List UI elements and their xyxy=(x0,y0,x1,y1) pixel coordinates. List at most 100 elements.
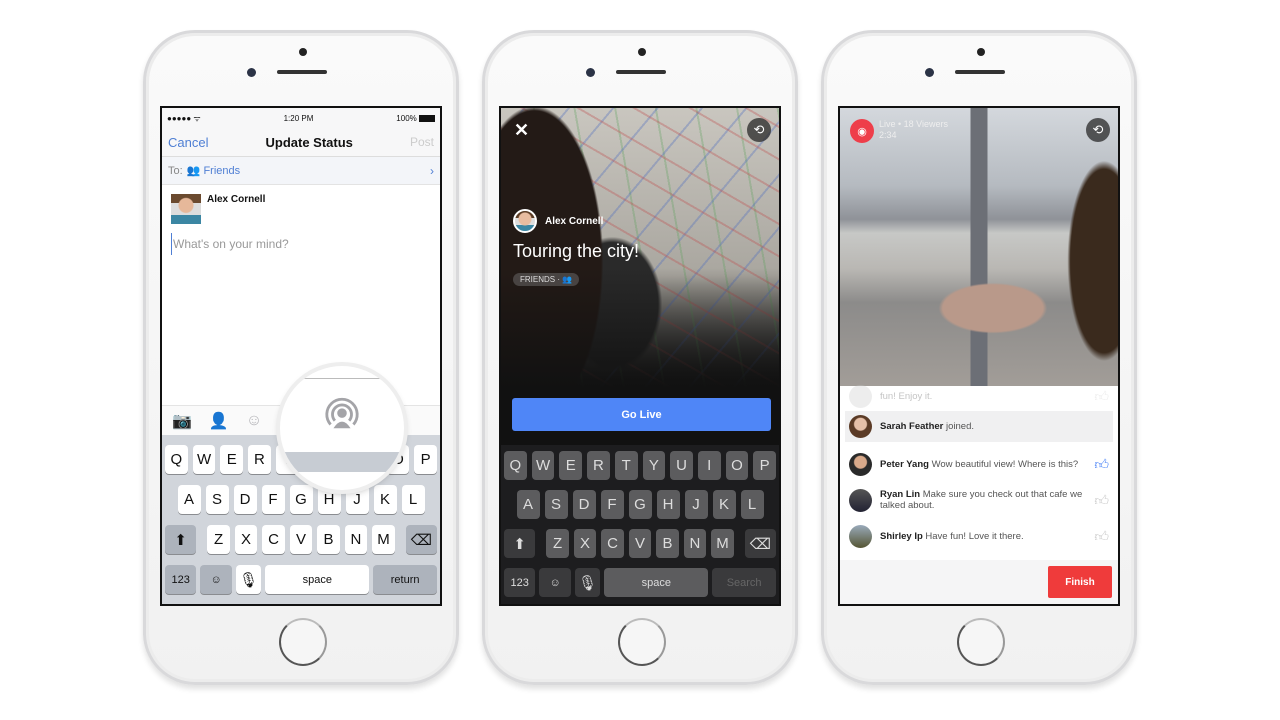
close-icon[interactable]: ✕ xyxy=(514,120,529,141)
screen: ●●●●● ᯤ 1:20 PM 100% Cancel Update Statu… xyxy=(160,106,442,606)
battery-indicator: 100% xyxy=(396,114,435,123)
key-b[interactable]: B xyxy=(656,529,679,558)
emoji-key[interactable]: ☺ xyxy=(200,565,232,594)
key-x[interactable]: X xyxy=(573,529,597,558)
key-r[interactable]: R xyxy=(587,451,610,480)
author-name: Alex Cornell xyxy=(545,215,604,227)
camera-icon[interactable]: 📷 xyxy=(172,411,192,431)
key-f[interactable]: F xyxy=(261,485,285,514)
audience-selector[interactable]: To: 👥 Friends › xyxy=(162,157,440,185)
space-key[interactable]: space xyxy=(265,565,370,594)
key-n[interactable]: N xyxy=(344,525,368,554)
chevron-right-icon: › xyxy=(430,163,434,178)
key-a[interactable]: A xyxy=(516,490,540,519)
key-b[interactable]: B xyxy=(317,525,340,554)
microphone-key[interactable]: 🎙 xyxy=(574,568,601,597)
space-key[interactable]: space xyxy=(604,568,709,597)
key-d[interactable]: D xyxy=(572,490,596,519)
backspace-key[interactable]: ⌫ xyxy=(405,525,437,554)
signal-indicator: ●●●●● ᯤ xyxy=(167,113,201,123)
key-r[interactable]: R xyxy=(248,445,271,474)
avatar xyxy=(849,488,872,512)
key-c[interactable]: C xyxy=(262,525,285,554)
key-m[interactable]: M xyxy=(711,529,734,558)
key-u[interactable]: U xyxy=(670,451,693,480)
key-g[interactable]: G xyxy=(289,485,313,514)
comment-row: fun! Enjoy it. 👍︎ xyxy=(840,385,1118,408)
broadcast-description[interactable]: Touring the city! xyxy=(513,241,639,262)
privacy-selector[interactable]: FRIENDS · 👥 xyxy=(513,273,580,286)
keyboard: QWERTYUIOP ASDFGHJKL ⬆ ZXCVBNM ⌫ 123 ☺ 🎙 s… xyxy=(501,445,779,604)
key-w[interactable]: W xyxy=(192,445,216,474)
key-k[interactable]: K xyxy=(712,490,736,519)
key-f[interactable]: F xyxy=(600,490,624,519)
emoji-key[interactable]: ☺ xyxy=(539,568,571,597)
key-t[interactable]: T xyxy=(614,451,638,480)
key-o[interactable]: O xyxy=(725,451,749,480)
home-button[interactable] xyxy=(957,618,1005,666)
key-c[interactable]: C xyxy=(601,529,624,558)
comment-row: Shirley Ip Have fun! Love it there. 👍︎ xyxy=(840,518,1118,554)
like-icon[interactable]: 👍︎ xyxy=(1094,492,1109,509)
key-k[interactable]: K xyxy=(373,485,397,514)
key-l[interactable]: L xyxy=(740,490,764,519)
like-icon[interactable]: 👍︎ xyxy=(1094,388,1109,405)
emoji-icon[interactable]: ☺ xyxy=(246,412,262,430)
key-j[interactable]: J xyxy=(684,490,708,519)
key-d[interactable]: D xyxy=(233,485,257,514)
key-i[interactable]: I xyxy=(697,451,721,480)
flip-camera-icon[interactable]: ⟲ xyxy=(747,118,771,142)
key-w[interactable]: W xyxy=(531,451,555,480)
home-button[interactable] xyxy=(279,618,327,666)
key-s[interactable]: S xyxy=(544,490,568,519)
key-p[interactable]: P xyxy=(753,451,777,480)
status-input[interactable]: What's on your mind? xyxy=(171,233,440,255)
key-y[interactable]: Y xyxy=(642,451,666,480)
key-z[interactable]: Z xyxy=(546,529,569,558)
key-v[interactable]: V xyxy=(628,529,652,558)
broadcast-footer: Finish xyxy=(840,560,1118,604)
like-icon[interactable]: 👍︎ xyxy=(1094,456,1109,473)
key-e[interactable]: E xyxy=(220,445,244,474)
key-q[interactable]: Q xyxy=(503,451,527,480)
sensor-dot xyxy=(299,48,307,56)
author-row: Alex Cornell xyxy=(513,209,603,233)
cancel-button[interactable]: Cancel xyxy=(168,135,208,150)
shift-key[interactable]: ⬆ xyxy=(165,525,197,554)
return-key[interactable]: return xyxy=(373,565,437,594)
key-z[interactable]: Z xyxy=(207,525,230,554)
microphone-key[interactable]: 🎙 xyxy=(235,565,262,594)
search-key[interactable]: Search xyxy=(712,568,776,597)
key-v[interactable]: V xyxy=(289,525,313,554)
key-q[interactable]: Q xyxy=(164,445,188,474)
key-l[interactable]: L xyxy=(401,485,425,514)
phone-live-broadcast: ◉ Live • 18 Viewers 2:34 ⟲ fun! Enjoy it… xyxy=(821,30,1137,685)
live-icon: ◉ xyxy=(850,119,874,143)
key-m[interactable]: M xyxy=(372,525,395,554)
phone-go-live: ✕ ⟲ Alex Cornell Touring the city! FRIEN… xyxy=(482,30,798,685)
key-x[interactable]: X xyxy=(234,525,258,554)
like-icon[interactable]: 👍︎ xyxy=(1094,528,1109,545)
home-button[interactable] xyxy=(618,618,666,666)
go-live-button[interactable]: Go Live xyxy=(512,398,771,431)
post-button[interactable]: Post xyxy=(410,135,434,149)
key-g[interactable]: G xyxy=(628,490,652,519)
key-h[interactable]: H xyxy=(656,490,680,519)
key-p[interactable]: P xyxy=(414,445,438,474)
flip-camera-icon[interactable]: ⟲ xyxy=(1086,118,1110,142)
numbers-key[interactable]: 123 xyxy=(165,565,197,594)
numbers-key[interactable]: 123 xyxy=(504,568,536,597)
key-s[interactable]: S xyxy=(205,485,229,514)
key-e[interactable]: E xyxy=(559,451,583,480)
tag-friends-icon[interactable]: 👤 xyxy=(209,411,229,431)
backspace-key[interactable]: ⌫ xyxy=(744,529,776,558)
shift-key[interactable]: ⬆ xyxy=(504,529,536,558)
key-a[interactable]: A xyxy=(177,485,201,514)
comment-row: Ryan Lin Make sure you check out that ca… xyxy=(840,482,1118,518)
phone-update-status: ●●●●● ᯤ 1:20 PM 100% Cancel Update Statu… xyxy=(143,30,459,685)
avatar xyxy=(171,194,201,224)
key-n[interactable]: N xyxy=(683,529,707,558)
finish-button[interactable]: Finish xyxy=(1048,566,1112,598)
live-video-icon[interactable] xyxy=(323,396,361,434)
sensor-dot xyxy=(638,48,646,56)
